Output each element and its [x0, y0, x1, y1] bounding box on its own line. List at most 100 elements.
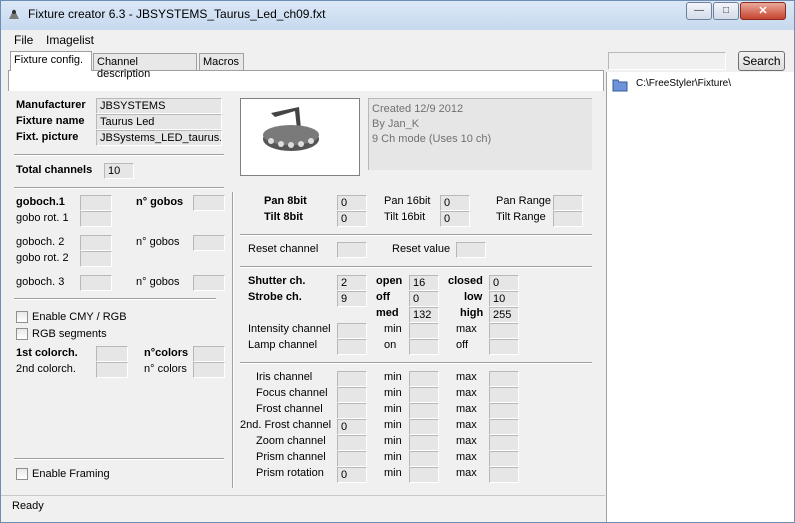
- info-line-2: By Jan_K: [372, 118, 420, 130]
- vertical-divider: [232, 192, 234, 488]
- high-field[interactable]: 255: [489, 307, 519, 323]
- frost-max-field[interactable]: [489, 403, 519, 419]
- ngobos2-label: n° gobos: [136, 236, 180, 248]
- app-icon: [9, 9, 19, 19]
- tilt8-field[interactable]: 0: [337, 211, 367, 227]
- rgb-segments-checkbox[interactable]: [16, 328, 28, 340]
- frost2-field[interactable]: 0: [337, 419, 367, 435]
- open-label: open: [376, 275, 403, 287]
- ncolors1-field[interactable]: [193, 346, 225, 362]
- low-field[interactable]: 10: [489, 291, 519, 307]
- goboch3-label: goboch. 3: [16, 276, 65, 288]
- prism-label: Prism channel: [256, 451, 326, 463]
- pan-range-field[interactable]: [553, 195, 583, 211]
- tilt16-label: Tilt 16bit: [384, 211, 426, 223]
- ngobos3-field[interactable]: [193, 275, 225, 291]
- lamp-on-field[interactable]: [409, 339, 439, 355]
- file-browser-panel: [606, 48, 794, 522]
- zoom-max-field[interactable]: [489, 435, 519, 451]
- goboch3-field[interactable]: [80, 275, 112, 291]
- close-button[interactable]: ✕: [740, 2, 786, 20]
- intensity-min-field[interactable]: [409, 323, 439, 339]
- frost-min-field[interactable]: [409, 403, 439, 419]
- ngobos2-field[interactable]: [193, 235, 225, 251]
- manufacturer-field[interactable]: JBSYSTEMS: [96, 98, 222, 114]
- zoom-field[interactable]: [337, 435, 367, 451]
- med-field[interactable]: 132: [409, 307, 439, 323]
- ncolors2-field[interactable]: [193, 362, 225, 378]
- goboch2-label: goboch. 2: [16, 236, 65, 248]
- goborot1-label: gobo rot. 1: [16, 212, 69, 224]
- prism-min-field[interactable]: [409, 451, 439, 467]
- intensity-field[interactable]: [337, 323, 367, 339]
- ngobos1-label: n° gobos: [136, 196, 184, 208]
- enable-cmy-checkbox[interactable]: [16, 311, 28, 323]
- tab-channel-description[interactable]: Channel description: [93, 53, 197, 80]
- divider: [240, 234, 592, 236]
- folder-path[interactable]: C:\FreeStyler\Fixture\: [636, 78, 731, 89]
- closed-field[interactable]: 0: [489, 275, 519, 291]
- tab-macros[interactable]: Macros: [199, 53, 244, 71]
- prism-rotation-label: Prism rotation: [256, 467, 324, 479]
- fixture-picture-field[interactable]: JBSystems_LED_taurus.g: [96, 130, 222, 146]
- reset-value-field[interactable]: [456, 242, 486, 258]
- iris-max-label: max: [456, 371, 477, 383]
- goborot2-field[interactable]: [80, 251, 112, 267]
- divider: [14, 187, 224, 189]
- minimize-button[interactable]: —: [686, 2, 712, 20]
- goborot2-label: gobo rot. 2: [16, 252, 69, 264]
- menu-file[interactable]: File: [14, 33, 33, 47]
- fixture-name-field[interactable]: Taurus Led: [96, 114, 222, 130]
- prism-rotation-max-label: max: [456, 467, 477, 479]
- goborot1-field[interactable]: [80, 211, 112, 227]
- lamp-field[interactable]: [337, 339, 367, 355]
- frost2-min-field[interactable]: [409, 419, 439, 435]
- shutter-ch-field[interactable]: 2: [337, 275, 367, 291]
- enable-framing-label: Enable Framing: [32, 468, 110, 480]
- focus-max-field[interactable]: [489, 387, 519, 403]
- lamp-off-field[interactable]: [489, 339, 519, 355]
- focus-min-field[interactable]: [409, 387, 439, 403]
- off-field[interactable]: 0: [409, 291, 439, 307]
- enable-framing-checkbox[interactable]: [16, 468, 28, 480]
- frost-field[interactable]: [337, 403, 367, 419]
- ngobos1-field[interactable]: [193, 195, 225, 211]
- prism-rotation-field[interactable]: 0: [337, 467, 367, 483]
- prism-max-field[interactable]: [489, 451, 519, 467]
- lamp-label: Lamp channel: [248, 339, 318, 351]
- fixture-picture-icon: [263, 107, 319, 151]
- iris-field[interactable]: [337, 371, 367, 387]
- maximize-button[interactable]: □: [713, 2, 739, 20]
- search-button[interactable]: Search: [738, 51, 785, 71]
- tilt-range-field[interactable]: [553, 211, 583, 227]
- reset-channel-field[interactable]: [337, 242, 367, 258]
- pan16-field[interactable]: 0: [440, 195, 470, 211]
- colorch2-field[interactable]: [96, 362, 128, 378]
- iris-max-field[interactable]: [489, 371, 519, 387]
- lamp-off-label: off: [456, 339, 469, 351]
- colorch1-field[interactable]: [96, 346, 128, 362]
- prism-rotation-max-field[interactable]: [489, 467, 519, 483]
- total-channels-field[interactable]: 10: [104, 163, 134, 179]
- goboch2-field[interactable]: [80, 235, 112, 251]
- prism-rotation-min-label: min: [384, 467, 402, 479]
- low-label: low: [464, 291, 483, 303]
- strobe-ch-field[interactable]: 9: [337, 291, 367, 307]
- prism-rotation-min-field[interactable]: [409, 467, 439, 483]
- intensity-max-field[interactable]: [489, 323, 519, 339]
- zoom-min-field[interactable]: [409, 435, 439, 451]
- tilt16-field[interactable]: 0: [440, 211, 470, 227]
- fixture-image[interactable]: [240, 98, 360, 176]
- tab-fixture-config[interactable]: Fixture config.: [10, 51, 92, 71]
- open-field[interactable]: 16: [409, 275, 439, 291]
- iris-min-field[interactable]: [409, 371, 439, 387]
- reset-channel-label: Reset channel: [248, 243, 319, 255]
- goboch1-field[interactable]: [80, 195, 112, 211]
- frost2-max-field[interactable]: [489, 419, 519, 435]
- focus-field[interactable]: [337, 387, 367, 403]
- pan8-field[interactable]: 0: [337, 195, 367, 211]
- prism-field[interactable]: [337, 451, 367, 467]
- iris-min-label: min: [384, 371, 402, 383]
- search-input[interactable]: [608, 52, 726, 70]
- menu-imagelist[interactable]: Imagelist: [46, 33, 94, 47]
